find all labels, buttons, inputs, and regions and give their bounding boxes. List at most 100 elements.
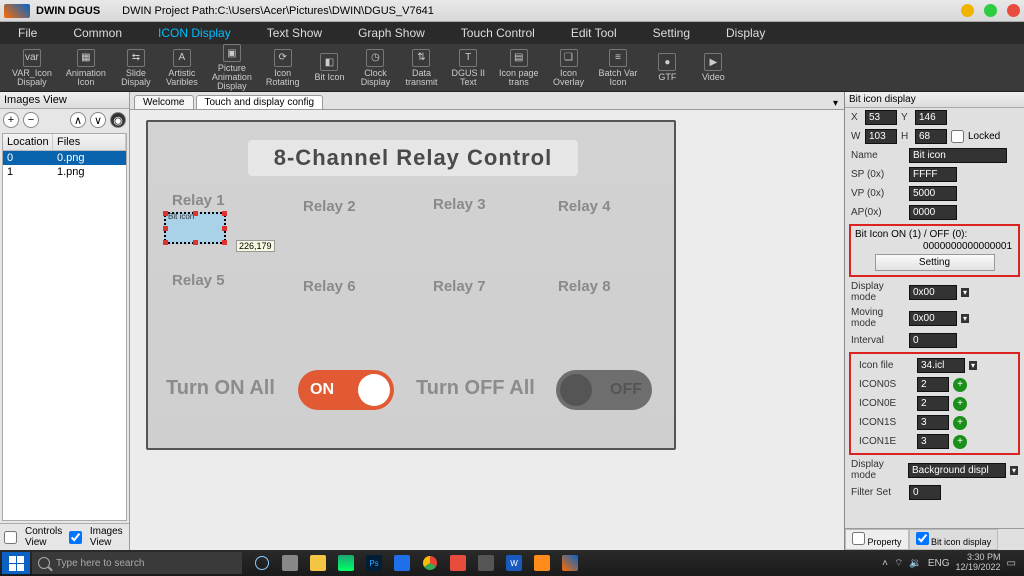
taskview-icon[interactable] xyxy=(278,552,302,574)
move-down-button[interactable]: ∨ xyxy=(90,112,106,128)
file-row[interactable]: 0 0.png xyxy=(3,151,126,165)
tray-lang[interactable]: ENG xyxy=(928,558,950,569)
prop-tab-property[interactable]: Property xyxy=(845,529,909,550)
tab-dropdown-icon[interactable]: ▾ xyxy=(827,98,844,109)
menu-setting[interactable]: Setting xyxy=(635,22,708,44)
display-mode-dd[interactable]: ▾ xyxy=(961,288,969,297)
prop-y[interactable] xyxy=(915,110,947,125)
icon1s-add[interactable]: + xyxy=(953,416,967,430)
menu-edit-tool[interactable]: Edit Tool xyxy=(553,22,635,44)
tool-icon: ▤ xyxy=(510,49,528,67)
cortana-icon[interactable] xyxy=(250,552,274,574)
icon1s[interactable] xyxy=(917,415,949,430)
explorer-icon[interactable] xyxy=(306,552,330,574)
tool-bit-icon[interactable]: ◧Bit Icon xyxy=(307,51,351,84)
tool-icon-page[interactable]: ▤Icon pagetrans xyxy=(493,47,545,89)
tray-clock[interactable]: 3:30 PM 12/19/2022 xyxy=(956,553,1001,573)
design-canvas[interactable]: 8-Channel Relay Control Relay 1 Relay 2 … xyxy=(146,120,676,450)
prop-ap[interactable] xyxy=(909,205,957,220)
tool-artistic[interactable]: AArtisticVaribles xyxy=(160,47,204,89)
photoshop-icon[interactable]: Ps xyxy=(362,552,386,574)
prop-tab-biticon[interactable]: Bit icon display xyxy=(909,529,999,550)
tool-animation[interactable]: ▦AnimationIcon xyxy=(60,47,112,89)
tray-volume-icon[interactable]: 🔉 xyxy=(909,558,921,569)
biticon-setting-button[interactable]: Setting xyxy=(875,254,995,271)
icon1e[interactable] xyxy=(917,434,949,449)
tool-data[interactable]: ⇅Datatransmit xyxy=(399,47,443,89)
tool-icon: ⇆ xyxy=(127,49,145,67)
move-up-button[interactable]: ∧ xyxy=(70,112,86,128)
taskbar-apps: Ps W xyxy=(250,552,582,574)
app2-icon[interactable] xyxy=(474,552,498,574)
prop-w[interactable] xyxy=(865,129,897,144)
tool-icon[interactable]: ⟳IconRotating xyxy=(260,47,306,89)
prop-x[interactable] xyxy=(865,110,897,125)
tool-dgus-ii[interactable]: TDGUS IIText xyxy=(445,47,491,89)
file-row[interactable]: 1 1.png xyxy=(3,165,126,179)
moving-mode[interactable] xyxy=(909,311,957,326)
preview-button[interactable]: ◉ xyxy=(110,112,126,128)
toggle-on-all[interactable]: ON xyxy=(298,370,394,410)
tool-slide[interactable]: ⇆SlideDispaly xyxy=(114,47,158,89)
locked-check[interactable] xyxy=(951,130,964,143)
menu-common[interactable]: Common xyxy=(55,22,140,44)
tool-batch-var[interactable]: ≡Batch VarIcon xyxy=(593,47,644,89)
tray-chevron-icon[interactable]: ˄ xyxy=(882,558,888,569)
vscode-icon[interactable] xyxy=(390,552,414,574)
selected-biticon[interactable]: Bit icon xyxy=(164,212,226,244)
icon0s-add[interactable]: + xyxy=(953,378,967,392)
controls-view-check[interactable] xyxy=(4,531,17,544)
menu-file[interactable]: File xyxy=(0,22,55,44)
filter-set[interactable] xyxy=(909,485,941,500)
edge-icon[interactable] xyxy=(334,552,358,574)
tool-clock[interactable]: ◷ClockDisplay xyxy=(353,47,397,89)
icon0e[interactable] xyxy=(917,396,949,411)
icon0e-add[interactable]: + xyxy=(953,397,967,411)
tray-wifi-icon[interactable]: ⌔ xyxy=(894,557,903,570)
tool-icon[interactable]: ❏IconOverlay xyxy=(547,47,591,89)
app-name: DWIN DGUS xyxy=(36,5,100,17)
prop-sp[interactable] xyxy=(909,167,957,182)
chrome-icon[interactable] xyxy=(418,552,442,574)
icon-file[interactable] xyxy=(917,358,965,373)
display-mode2-dd[interactable]: ▾ xyxy=(1010,466,1018,475)
tray-notifications-icon[interactable]: ▭ xyxy=(1007,558,1016,569)
prop-h[interactable] xyxy=(915,129,947,144)
menu-touch-control[interactable]: Touch Control xyxy=(443,22,553,44)
tool-video[interactable]: ▶Video xyxy=(691,51,735,84)
tool-icon: ▶ xyxy=(704,53,722,71)
display-mode[interactable] xyxy=(909,285,957,300)
tool-gtf[interactable]: ●GTF xyxy=(645,51,689,84)
interval[interactable] xyxy=(909,333,957,348)
menu-display[interactable]: Display xyxy=(708,22,783,44)
moving-mode-dd[interactable]: ▾ xyxy=(961,314,969,323)
tab-welcome[interactable]: Welcome xyxy=(134,95,194,109)
icon-file-dd[interactable]: ▾ xyxy=(969,361,977,370)
images-panel-title: Images View xyxy=(0,92,129,109)
taskbar-search[interactable]: Type here to search xyxy=(32,552,242,574)
dwin-icon[interactable] xyxy=(558,552,582,574)
word-icon[interactable]: W xyxy=(502,552,526,574)
menu-icon-display[interactable]: ICON Display xyxy=(140,22,249,44)
tab-touch-config[interactable]: Touch and display config xyxy=(196,95,324,109)
prop-name[interactable] xyxy=(909,148,1007,163)
prop-vp[interactable] xyxy=(909,186,957,201)
close-button[interactable] xyxy=(1007,4,1020,17)
tool-var-icon[interactable]: varVAR_IconDispaly xyxy=(6,47,58,89)
display-mode2[interactable] xyxy=(908,463,1006,478)
icon0s[interactable] xyxy=(917,377,949,392)
menu-graph-show[interactable]: Graph Show xyxy=(340,22,443,44)
remove-image-button[interactable]: − xyxy=(23,112,39,128)
selection-label: Bit icon xyxy=(168,212,194,221)
toggle-off-all[interactable]: OFF xyxy=(556,370,652,410)
minimize-button[interactable] xyxy=(961,4,974,17)
add-image-button[interactable]: + xyxy=(3,112,19,128)
tool-picture[interactable]: ▣PictureAnimationDisplay xyxy=(206,42,258,93)
images-view-check[interactable] xyxy=(69,531,82,544)
start-button[interactable] xyxy=(2,552,30,574)
maximize-button[interactable] xyxy=(984,4,997,17)
camtasia-icon[interactable] xyxy=(530,552,554,574)
menu-text-show[interactable]: Text Show xyxy=(249,22,340,44)
app-icon[interactable] xyxy=(446,552,470,574)
icon1e-add[interactable]: + xyxy=(953,435,967,449)
